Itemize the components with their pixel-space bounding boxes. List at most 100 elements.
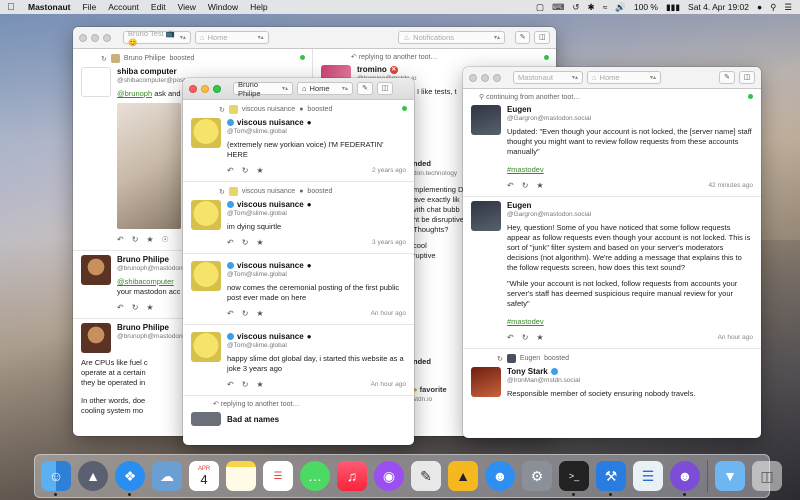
column-select[interactable]: ⌂ Home ▾▴ (297, 82, 353, 95)
window-bruno-philipe[interactable]: Bruno Philipe ▾▴ ⌂ Home ▾▴ ✎ ◫ ↻ viscous nui… (183, 78, 414, 445)
zoom-button[interactable] (103, 33, 111, 42)
display-name[interactable]: viscous nuisance (237, 118, 304, 127)
hashtag-link[interactable]: #mastodev (507, 165, 544, 174)
titlebar[interactable]: Mastonaut ▾▴ ⌂ Home ▾▴ ✎ ◫ (463, 67, 761, 89)
favorite-icon[interactable]: ★ (536, 333, 543, 342)
zoom-button[interactable] (213, 84, 221, 93)
hide-icon[interactable]: ☉ (162, 235, 169, 244)
status[interactable]: Eugen @Gargron@mastodon.social Updated: … (463, 101, 761, 197)
column-select[interactable]: ♨ Notifications ▾▴ (398, 31, 506, 44)
avatar[interactable] (191, 332, 221, 362)
avatar[interactable] (81, 67, 111, 97)
favorite-icon[interactable]: ★ (146, 303, 153, 312)
display-name[interactable]: tromino (357, 65, 387, 74)
sidebar-button[interactable]: ◫ (377, 82, 393, 95)
display-name[interactable]: shiba computer (117, 67, 304, 76)
boost-icon[interactable]: ↻ (242, 238, 249, 247)
boost-icon[interactable]: ↻ (242, 309, 249, 318)
window-mastonaut[interactable]: Mastonaut ▾▴ ⌂ Home ▾▴ ✎ ◫ ⚲ continuing fro… (463, 67, 761, 438)
status[interactable]: ↻ viscous nuisance ● boosted viscous nuisan… (183, 182, 414, 254)
boost-icon[interactable]: ↻ (242, 166, 249, 175)
hashtag-link[interactable]: #mastodev (507, 317, 544, 326)
instruments-icon[interactable]: ▲ (448, 461, 478, 491)
display-name[interactable]: Eugen (507, 105, 753, 114)
compose-button[interactable]: ✎ (514, 31, 531, 44)
favorite-icon[interactable]: ★ (536, 181, 543, 190)
boost-icon[interactable]: ↻ (132, 303, 139, 312)
boost-icon[interactable]: ↻ (132, 235, 139, 244)
wifi-icon[interactable]: ≈ (603, 2, 608, 12)
avatar[interactable] (191, 200, 221, 230)
reply-icon[interactable]: ↶ (227, 166, 234, 175)
timestamp[interactable]: 2 years ago (372, 167, 406, 174)
boost-icon[interactable]: ↻ (522, 181, 529, 190)
display-name[interactable]: viscous nuisance (237, 332, 304, 341)
preview-icon[interactable]: ☁ (152, 461, 182, 491)
status[interactable]: viscous nuisance ● @Tom@slime.global happ… (183, 325, 414, 396)
mastonaut-icon[interactable]: ☻ (670, 461, 700, 496)
menu-account[interactable]: Account (102, 2, 145, 12)
status[interactable]: ↻ Eugen boosted Tony Stark @IronMan@mstdn.… (463, 349, 761, 405)
timestamp[interactable]: 42 minutes ago (709, 182, 753, 189)
timestamp[interactable]: An hour ago (371, 310, 406, 317)
mention-link[interactable]: @brunoph (117, 89, 152, 98)
screen-mirroring-icon[interactable]: ▢ (536, 2, 544, 13)
attached-image[interactable] (117, 103, 181, 229)
reply-icon[interactable]: ↶ (117, 235, 124, 244)
spotlight-icon[interactable]: ⚲ (770, 2, 776, 13)
status[interactable]: Eugen @Gargron@mastodon.social Hey, ques… (463, 197, 761, 349)
app-menu[interactable]: Mastonaut (22, 2, 77, 12)
favorite-icon[interactable]: ★ (256, 380, 263, 389)
titlebar[interactable]: Bruno Philipe ▾▴ ⌂ Home ▾▴ ✎ ◫ (183, 78, 414, 100)
minimize-button[interactable] (91, 33, 99, 42)
menu-edit[interactable]: Edit (145, 2, 172, 12)
display-name[interactable]: viscous nuisance (237, 200, 304, 209)
reminders-icon[interactable]: ☰ (263, 461, 293, 491)
display-name[interactable]: Tony Stark (507, 367, 548, 376)
zoom-button[interactable] (493, 73, 501, 82)
column-select[interactable]: ⌂ Home ▾▴ (194, 31, 269, 44)
clock[interactable]: Sat 4. Apr 19:02 (688, 2, 749, 12)
notes-icon[interactable] (226, 461, 256, 491)
keyboard-icon[interactable]: ⌨ (552, 2, 564, 13)
display-name[interactable]: viscous nuisance (237, 261, 304, 270)
minimize-button[interactable] (201, 84, 209, 93)
reply-icon[interactable]: ↶ (227, 380, 234, 389)
compose-button[interactable]: ✎ (357, 82, 373, 95)
sidebar-button[interactable]: ◫ (534, 31, 551, 44)
favorite-icon[interactable]: ★ (256, 238, 263, 247)
user-icon[interactable]: ● (757, 2, 762, 12)
account-select[interactable]: Bruno Philipe ▾▴ (233, 80, 293, 98)
menu-help[interactable]: Help (244, 2, 273, 12)
menu-window[interactable]: Window (202, 2, 244, 12)
avatar[interactable] (81, 255, 111, 285)
reply-icon[interactable]: ↶ (117, 303, 124, 312)
boost-icon[interactable]: ↻ (242, 380, 249, 389)
reply-icon[interactable]: ↶ (507, 333, 514, 342)
avatar[interactable] (191, 118, 221, 148)
terminal-icon[interactable]: >_ (559, 461, 589, 496)
sourcetree-icon[interactable]: ☰ (633, 461, 663, 491)
avatar[interactable] (471, 367, 501, 397)
compose-button[interactable]: ✎ (719, 71, 735, 84)
volume-icon[interactable]: 🔊 (615, 2, 626, 13)
xcode-icon[interactable]: ⚒ (596, 461, 626, 496)
status[interactable]: viscous nuisance ● @Tom@slime.global now … (183, 254, 414, 325)
timestamp[interactable]: An hour ago (371, 381, 406, 388)
titlebar[interactable]: Bruno Test 📺😊 ▾▴ ⌂ Home ▾▴ ♨ Notifications ▾▴… (73, 27, 556, 49)
sidebar-button[interactable]: ◫ (739, 71, 755, 84)
avatar[interactable] (81, 323, 111, 353)
reply-icon[interactable]: ↶ (227, 238, 234, 247)
finder-icon[interactable]: ☺ (41, 461, 71, 496)
close-button[interactable] (189, 84, 197, 93)
avatar[interactable] (191, 261, 221, 291)
column-select[interactable]: ⌂ Home ▾▴ (587, 71, 661, 84)
trash-icon[interactable]: ◫ (752, 461, 782, 491)
apple-menu-icon[interactable]:  (0, 2, 22, 13)
favorite-icon[interactable]: ★ (256, 309, 263, 318)
messages-icon[interactable]: … (300, 461, 330, 491)
time-machine-icon[interactable]: ↺ (572, 2, 579, 13)
close-button[interactable] (79, 33, 87, 42)
calendar-icon[interactable]: APR 4 (189, 461, 219, 491)
reply-icon[interactable]: ↶ (227, 309, 234, 318)
